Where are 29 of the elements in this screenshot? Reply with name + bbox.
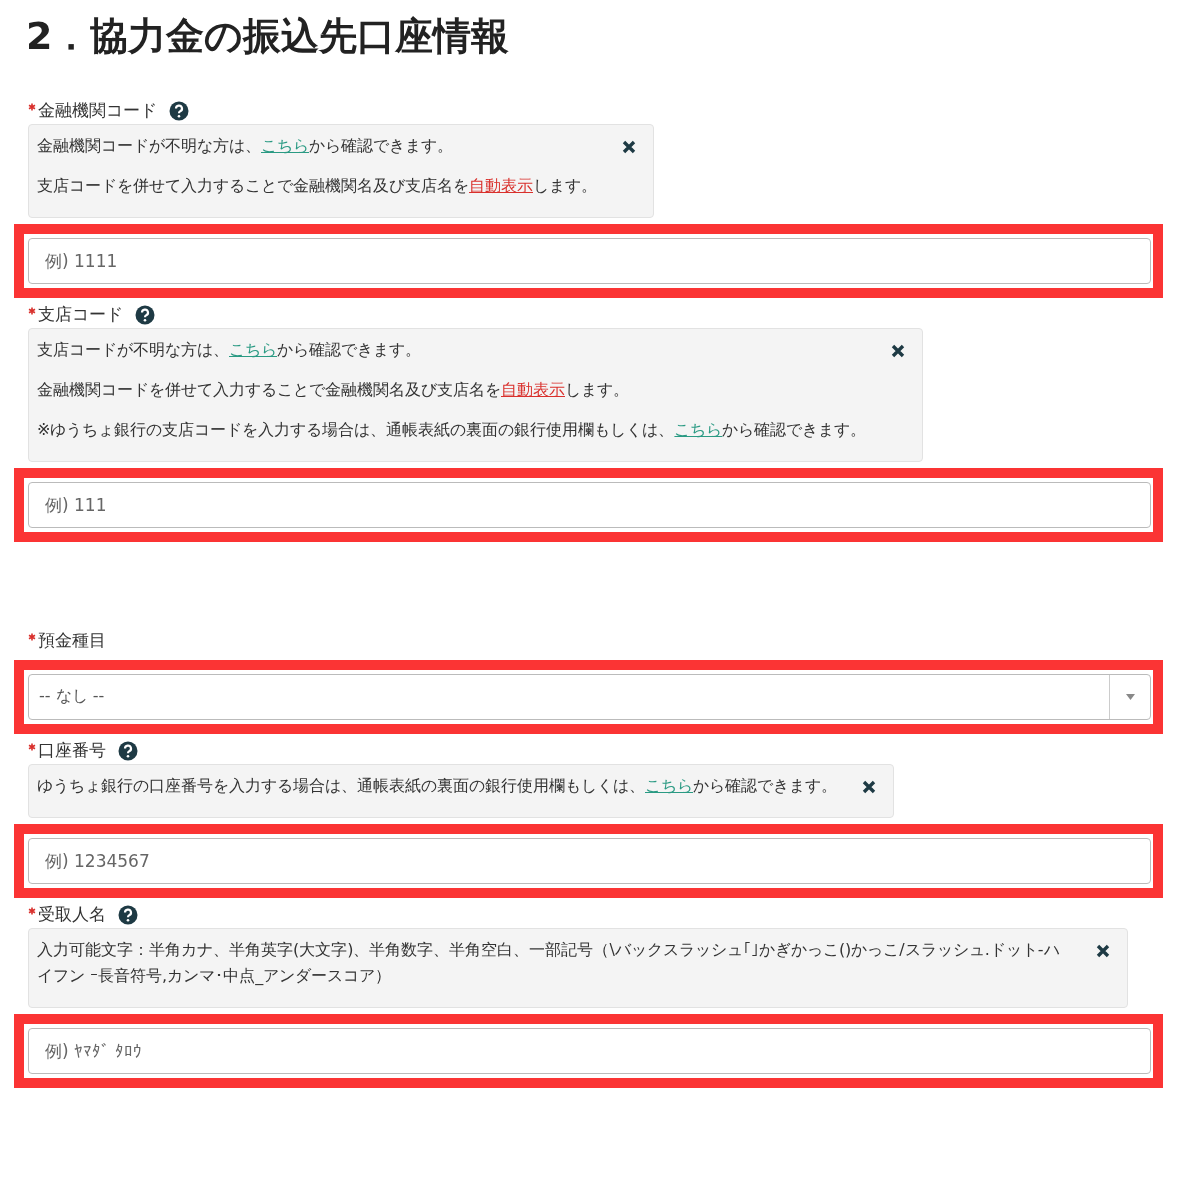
link[interactable]: こちら [674, 419, 723, 439]
close-button[interactable] [861, 778, 877, 795]
link[interactable]: こちら [229, 339, 277, 359]
link[interactable]: こちら [645, 775, 693, 795]
help-text: ゆうちょ銀行の口座番号を入力する場合は、通帳表紙の裏面の銀行使用欄もしくは、こちらから確認できます。 [37, 774, 837, 797]
caret-icon [1125, 693, 1135, 700]
help-text: 支店コードを併せて入力することで金融機関名及び支店名を自動表示します。 [37, 174, 597, 197]
input-field[interactable]: 例) 1234567 [28, 837, 1151, 884]
page-title: 2．協力金の振込先口座情報 [26, 14, 511, 60]
help-text: 入力可能文字：半角カナ、半角英字(大文字)、半角数字、半角空白、一部記号（\バックスラッシュ｢｣かぎかっこ()かっこ/スラッシュ.ドット-ハイフン ｰ長音符号,カンマ･中点_アンダースコア） [37, 938, 1061, 987]
field-label: 預金種目 [38, 629, 106, 653]
input-field[interactable]: 例) 111 [28, 481, 1151, 528]
link[interactable]: こちら [261, 135, 309, 155]
help-text: 支店コードが不明な方は、こちらから確認できます。 [37, 338, 422, 361]
close-button[interactable] [621, 138, 637, 155]
link[interactable]: 自動表示 [469, 175, 533, 195]
close-button[interactable] [1095, 942, 1111, 959]
select-field[interactable]: -- なし -- [28, 673, 1151, 720]
help-text: 金融機関コードを併せて入力することで金融機関名及び支店名を自動表示します。 [37, 378, 630, 401]
field-label: 支店コード [38, 303, 123, 327]
link[interactable]: 自動表示 [501, 379, 565, 399]
input-field[interactable]: 例) ﾔﾏﾀﾞ ﾀﾛｳ [28, 1027, 1151, 1074]
field-label: 金融機関コード [38, 99, 157, 123]
help-text: 金融機関コードが不明な方は、こちらから確認できます。 [37, 134, 454, 157]
help-text: ※ゆうちょ銀行の支店コードを入力する場合は、通帳表紙の裏面の銀行使用欄もしくは、こちらから確認できます。 [37, 418, 867, 441]
close-button[interactable] [890, 342, 907, 359]
input-field[interactable]: 例) 1111 [28, 237, 1151, 284]
field-label: 口座番号 [38, 739, 106, 763]
field-label: 受取人名 [38, 903, 106, 927]
